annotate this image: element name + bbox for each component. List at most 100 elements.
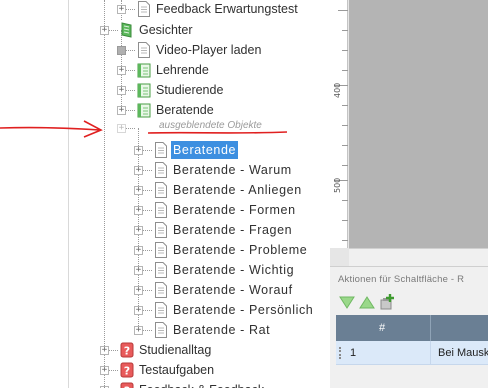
action-number: 1 — [350, 347, 357, 359]
ruler-tick — [342, 30, 348, 31]
tree-item-label: Testaufgaben — [139, 363, 215, 377]
svg-text:?: ? — [124, 385, 130, 388]
chapter-icon — [120, 22, 134, 38]
tree-item[interactable]: + Lehrende — [69, 60, 330, 80]
column-header-number[interactable]: # — [374, 315, 390, 341]
tree-item-label: Beratende - Probleme — [173, 243, 308, 257]
actions-grid-header: # — [336, 315, 488, 341]
tree-item-label: Beratende - Formen — [173, 203, 296, 217]
expand-icon[interactable]: + — [134, 226, 143, 235]
tree-item-label: Studierende — [156, 83, 224, 97]
page-icon — [154, 202, 168, 218]
row-drag-handle[interactable] — [339, 347, 341, 359]
tree-item-label: Feedback & Feedback — [137, 381, 266, 388]
tree-item[interactable]: +? Testaufgaben — [69, 360, 330, 380]
column-header-trigger[interactable] — [436, 315, 486, 341]
ruler-tick — [342, 240, 348, 241]
page-icon — [154, 222, 168, 238]
object-tree[interactable]: + Feedback Erwartungstest + Gesichter Video-… — [68, 0, 330, 388]
ruler-tick — [342, 165, 348, 166]
left-gutter — [0, 0, 68, 388]
expand-icon[interactable]: + — [134, 306, 143, 315]
subchapter-icon — [137, 62, 151, 78]
tree-item-label: Beratende - Persönlich — [173, 303, 314, 317]
page-icon — [154, 162, 168, 178]
tree-item[interactable]: + Studierende — [69, 80, 330, 100]
page-icon — [154, 282, 168, 298]
tree-item-label: Beratende - Worauf — [173, 283, 293, 297]
page-canvas[interactable] — [349, 0, 488, 248]
ruler-label-500: 500 — [333, 177, 342, 193]
vertical-ruler: 400 500 — [330, 0, 348, 248]
annotation-arrow-shaft — [0, 126, 101, 131]
tree-item-label: Video-Player laden — [156, 43, 262, 57]
page-icon — [154, 182, 168, 198]
expand-icon[interactable]: + — [117, 86, 126, 95]
question-folder-icon: ? — [120, 382, 134, 388]
collapsed-stub-icon — [117, 46, 126, 55]
tree-item-label: Beratende - Fragen — [173, 223, 293, 237]
ruler-label-400: 400 — [333, 82, 342, 98]
actions-toolbar — [338, 293, 488, 311]
cell-separator — [430, 341, 431, 365]
expand-icon[interactable]: + — [134, 326, 143, 335]
actions-panel-title: Aktionen für Schaltfläche - R — [338, 274, 465, 285]
tree-item[interactable]: + Beratende - Fragen — [69, 220, 330, 240]
page-icon — [154, 242, 168, 258]
actions-grid-row[interactable]: 1 Bei Mausk — [336, 341, 488, 365]
expand-icon[interactable]: + — [100, 26, 109, 35]
tree-item[interactable]: + Beratende - Persönlich — [69, 300, 330, 320]
expand-icon[interactable]: + — [134, 266, 143, 275]
expand-icon[interactable]: + — [134, 186, 143, 195]
tree-item-label: Beratende - Wichtig — [173, 263, 295, 277]
page-icon — [137, 42, 151, 58]
svg-text:?: ? — [124, 365, 130, 378]
actions-panel: Aktionen für Schaltfläche - R # 1 Bei Ma… — [330, 266, 488, 388]
page-icon — [137, 1, 151, 17]
ruler-tick — [338, 10, 348, 11]
ruler-tick — [342, 70, 348, 71]
question-folder-icon: ? — [120, 362, 134, 378]
page-icon — [154, 322, 168, 338]
tree-item-label: Lehrende — [156, 63, 209, 77]
tree-item[interactable]: +?Feedback & Feedback — [69, 380, 330, 388]
design-area: 400 500 — [330, 0, 488, 266]
tree-item[interactable]: + Beratende - Formen — [69, 200, 330, 220]
tree-item-label: Studienalltag — [139, 343, 212, 357]
ruler-tick — [342, 145, 348, 146]
horizontal-scrollbar[interactable] — [349, 248, 488, 266]
action-trigger: Bei Mausk — [438, 347, 488, 359]
svg-text:?: ? — [124, 345, 130, 358]
expand-icon[interactable]: + — [134, 206, 143, 215]
expand-icon[interactable]: + — [100, 366, 109, 375]
move-up-icon[interactable] — [358, 293, 376, 311]
expand-icon[interactable]: + — [117, 66, 126, 75]
ruler-tick — [342, 125, 348, 126]
tree-item[interactable]: + Beratende - Anliegen — [69, 180, 330, 200]
tree-item[interactable]: + Feedback Erwartungstest — [69, 0, 330, 19]
page-icon — [154, 262, 168, 278]
tree-item-label: Beratende - Warum — [173, 163, 292, 177]
tree-item[interactable]: + Gesichter — [69, 20, 330, 40]
ruler-tick — [342, 200, 348, 201]
subchapter-icon — [137, 82, 151, 98]
tree-item[interactable]: Video-Player laden — [69, 40, 330, 60]
tree-item[interactable]: + Beratende - Warum — [69, 160, 330, 180]
tree-item[interactable]: + Beratende - Rat — [69, 320, 330, 340]
tree-item[interactable]: +? Studienalltag — [69, 340, 330, 360]
ruler-tick — [342, 105, 348, 106]
expand-icon[interactable]: + — [134, 246, 143, 255]
column-separator[interactable] — [430, 315, 431, 341]
expand-icon[interactable]: + — [100, 346, 109, 355]
page-icon — [154, 302, 168, 318]
move-down-icon[interactable] — [338, 293, 356, 311]
tree-item[interactable]: + Beratende - Probleme — [69, 240, 330, 260]
annotation-underline — [147, 131, 288, 134]
tree-item[interactable]: + Beratende - Worauf — [69, 280, 330, 300]
expand-icon[interactable]: + — [134, 286, 143, 295]
expand-icon[interactable]: + — [134, 166, 143, 175]
tree-item[interactable]: + Beratende - Wichtig — [69, 260, 330, 280]
expand-icon[interactable]: + — [117, 5, 126, 14]
annotation-arrow — [0, 120, 288, 138]
add-action-icon[interactable] — [378, 293, 396, 311]
